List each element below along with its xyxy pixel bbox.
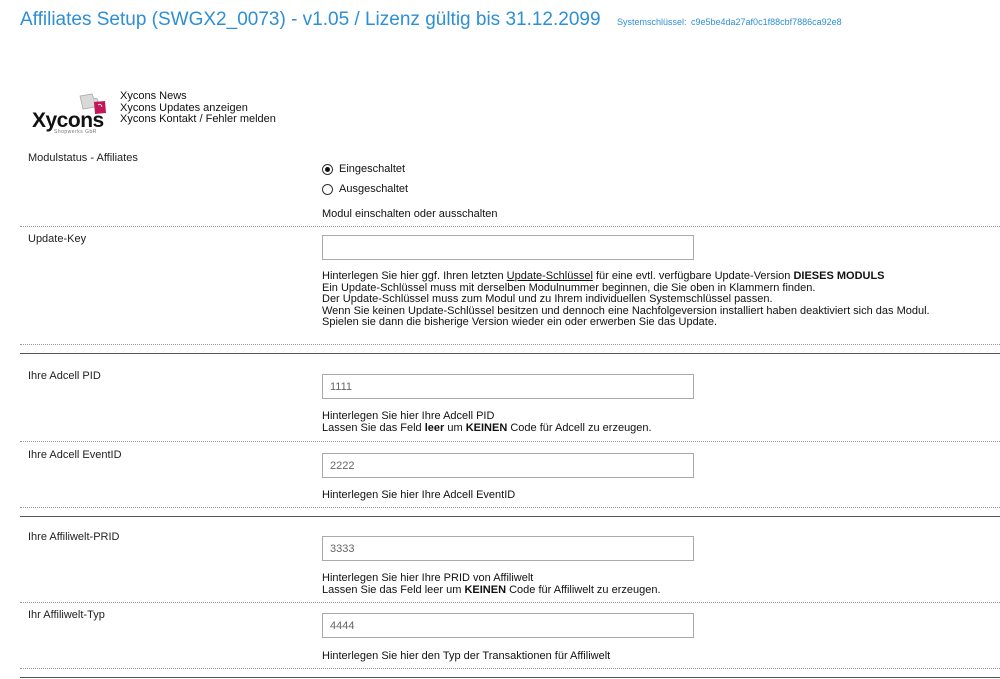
adcell-event-input[interactable]: [322, 453, 694, 478]
row-adcell-pid: Ihre Adcell PID Hinterlegen Sie hier Ihr…: [20, 370, 1000, 440]
divider: [20, 507, 1000, 508]
page-title: Affiliates Setup (SWGX2_0073) - v1.05 / …: [20, 9, 601, 30]
divider: [20, 602, 1000, 603]
adcell-event-label: Ihre Adcell EventID: [28, 449, 122, 461]
link-xycons-kontakt[interactable]: Xycons Kontakt / Fehler melden: [120, 113, 276, 126]
update-key-label: Update-Key: [28, 233, 87, 245]
adcell-pid-desc: Hinterlegen Sie hier Ihre Adcell PID Las…: [322, 410, 652, 434]
row-modulstatus: Modulstatus - Affiliates Eingeschaltet A…: [20, 152, 1000, 224]
radio-unchecked-icon[interactable]: [322, 183, 333, 195]
section-separator: [20, 677, 1000, 678]
system-key-label: Systemschlüssel:: [617, 17, 687, 27]
affiliwelt-typ-input[interactable]: [322, 613, 694, 638]
adcell-event-desc: Hinterlegen Sie hier Ihre Adcell EventID: [322, 489, 516, 501]
affiliwelt-typ-label: Ihr Affiliwelt-Typ: [28, 609, 105, 621]
divider: [20, 226, 1000, 227]
radio-checked-icon[interactable]: [322, 163, 333, 175]
vendor-block: Xycons Shopwerks GbR Xycons News Xycons …: [28, 86, 328, 136]
divider: [20, 668, 1000, 669]
update-key-link[interactable]: Update-Schlüssel: [507, 270, 593, 282]
vendor-links: Xycons News Xycons Updates anzeigen Xyco…: [120, 90, 276, 126]
affiliwelt-prid-label: Ihre Affiliwelt-PRID: [28, 531, 120, 543]
row-update-key: Update-Key Hinterlegen Sie hier ggf. Ihr…: [20, 233, 1000, 345]
affiliwelt-prid-input[interactable]: [322, 536, 694, 561]
update-key-input[interactable]: [322, 235, 694, 260]
xycons-logo: Xycons Shopwerks GbR: [28, 86, 118, 136]
affiliwelt-typ-desc: Hinterlegen Sie hier den Typ der Transak…: [322, 650, 611, 662]
adcell-pid-input[interactable]: [322, 374, 694, 399]
affiliwelt-prid-desc: Hinterlegen Sie hier Ihre PRID von Affil…: [322, 572, 661, 596]
radio-ausgeschaltet[interactable]: Ausgeschaltet: [322, 183, 408, 195]
modulstatus-desc: Modul einschalten oder ausschalten: [322, 208, 498, 220]
link-xycons-news[interactable]: Xycons News: [120, 90, 276, 103]
modulstatus-label: Modulstatus - Affiliates: [28, 152, 138, 164]
row-adcell-event: Ihre Adcell EventID Hinterlegen Sie hier…: [20, 449, 1000, 504]
adcell-pid-label: Ihre Adcell PID: [28, 370, 101, 382]
row-affiliwelt-prid: Ihre Affiliwelt-PRID Hinterlegen Sie hie…: [20, 531, 1000, 601]
row-affiliwelt-typ: Ihr Affiliwelt-Typ Hinterlegen Sie hier …: [20, 609, 1000, 664]
system-key-value: c9e5be4da27af0c1f88cbf7886ca92e8: [691, 17, 842, 27]
divider: [20, 441, 1000, 442]
page-header: Affiliates Setup (SWGX2_0073) - v1.05 / …: [20, 9, 842, 31]
radio-eingeschaltet[interactable]: Eingeschaltet: [322, 163, 405, 175]
update-key-desc: Hinterlegen Sie hier ggf. Ihren letzten …: [322, 270, 930, 328]
logo-tagline: Shopwerks GbR: [54, 129, 97, 135]
section-separator: [20, 516, 1000, 517]
section-separator: [20, 353, 1000, 354]
divider: [20, 344, 1000, 345]
